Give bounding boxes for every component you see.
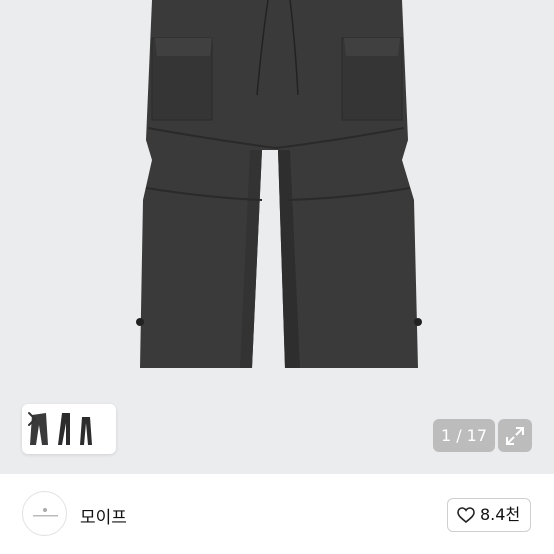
shop-logo-icon [33,508,58,517]
seller-name[interactable]: 모이프 [80,503,127,528]
like-button[interactable]: 8.4천 [447,498,531,532]
thumbnail-strip[interactable] [22,404,116,454]
heart-outline-icon [457,507,475,524]
product-photo [136,0,422,368]
expand-button[interactable] [498,419,532,452]
like-count: 8.4천 [480,505,521,524]
image-counter: 1 / 17 [433,419,495,452]
chevron-right-icon[interactable] [26,409,38,429]
expand-arrows-icon [506,427,524,445]
avatar[interactable] [22,491,67,536]
product-image-gallery[interactable]: 1 / 17 [0,0,554,474]
seller-bar: 모이프 8.4천 [0,474,554,554]
